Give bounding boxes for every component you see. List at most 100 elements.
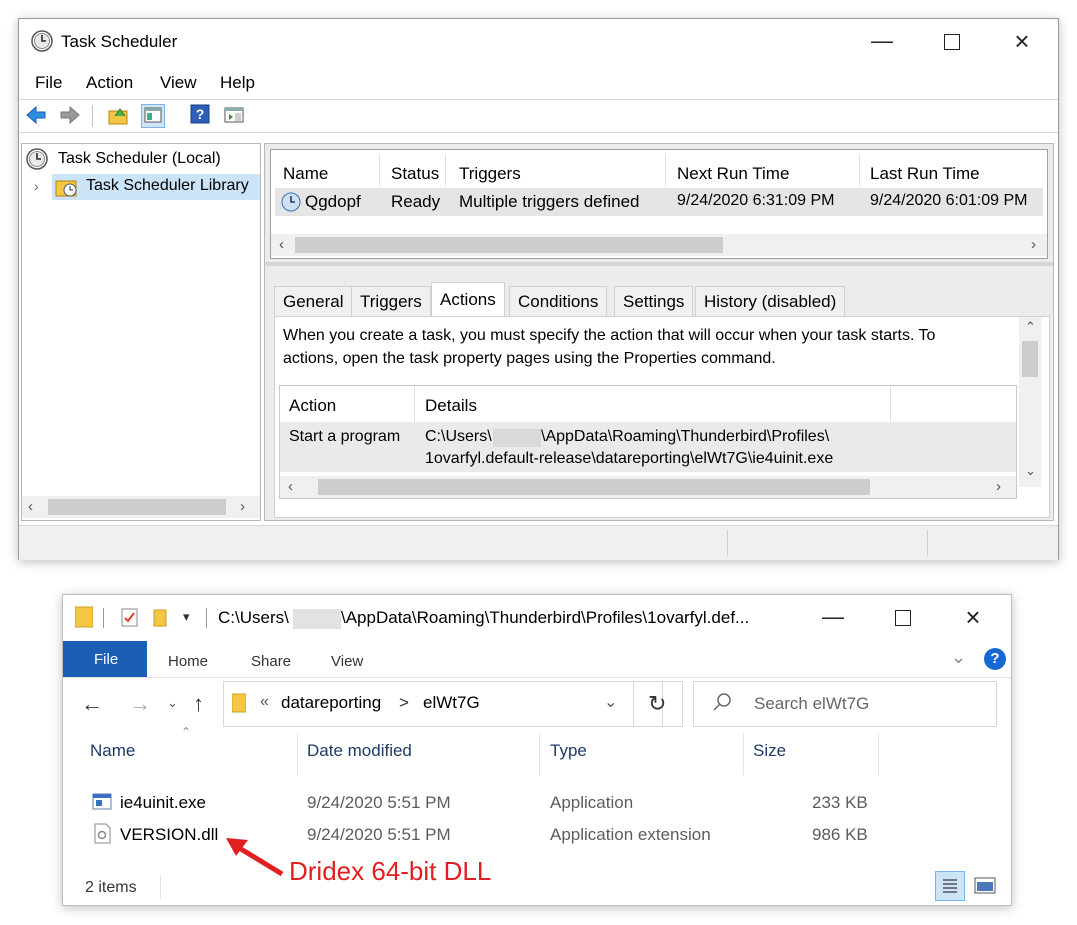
breadcrumb-elwt7g[interactable]: elWt7G (423, 693, 480, 713)
task-name: Qgdopf (305, 192, 361, 211)
menu-view[interactable]: View (160, 73, 197, 93)
file-name: ie4uinit.exe (120, 793, 207, 812)
dll-file-icon (94, 823, 112, 850)
menu-help[interactable]: Help (220, 73, 255, 93)
column-header-details[interactable]: Details (425, 396, 477, 416)
tab-conditions[interactable]: Conditions (509, 286, 608, 316)
annotation-arrow (226, 838, 284, 877)
address-bar[interactable]: « datareporting > elWt7G ⌄ (223, 681, 663, 727)
maximize-button[interactable] (932, 21, 972, 61)
scroll-thumb[interactable] (318, 479, 870, 495)
forward-arrow-icon[interactable] (59, 104, 81, 126)
task-list-horizontal-scrollbar[interactable]: ‹ › (271, 234, 1047, 256)
close-button[interactable]: × (1002, 21, 1042, 61)
tab-settings[interactable]: Settings (614, 286, 694, 316)
search-box[interactable]: Search elWt7G (693, 681, 997, 727)
tab-file[interactable]: File (63, 641, 147, 677)
column-header-triggers[interactable]: Triggers (459, 164, 521, 184)
column-header-next-run[interactable]: Next Run Time (677, 164, 789, 184)
back-arrow-icon[interactable] (25, 104, 47, 126)
tab-view[interactable]: View (331, 653, 363, 670)
status-divider (727, 530, 728, 556)
task-scheduler-window: Task Scheduler — × File Action View Help… (18, 18, 1059, 560)
title-bar: ▾ C:\Users\ \AppData\Roaming\Thunderbird… (63, 595, 1011, 641)
column-header-last-run[interactable]: Last Run Time (870, 164, 980, 184)
minimize-button[interactable]: — (813, 597, 853, 637)
scroll-left-icon[interactable]: ‹ (279, 234, 284, 256)
column-header-status[interactable]: Status (391, 164, 439, 184)
menu-action[interactable]: Action (86, 73, 133, 93)
maximize-button[interactable] (883, 597, 923, 637)
scroll-right-icon[interactable]: › (1031, 234, 1036, 256)
help-icon[interactable]: ? (984, 648, 1006, 670)
exe-file-icon (92, 793, 112, 816)
task-status: Ready (391, 192, 441, 211)
properties-checkbox-icon[interactable] (121, 608, 139, 633)
task-next-run: 9/24/2020 6:31:09 PM (677, 192, 835, 209)
scroll-right-icon[interactable]: › (240, 496, 245, 518)
column-header-action[interactable]: Action (289, 396, 336, 416)
ribbon-expand-chevron-icon[interactable]: ⌄ (951, 647, 966, 668)
up-folder-icon[interactable] (107, 104, 129, 126)
back-arrow-icon[interactable]: ← (81, 691, 103, 717)
close-button[interactable]: × (953, 597, 993, 637)
tree-item-library[interactable]: Task Scheduler Library (52, 174, 260, 200)
column-header-type[interactable]: Type (550, 741, 587, 761)
redacted-username (493, 429, 541, 447)
show-hide-console-icon[interactable] (141, 104, 165, 128)
tree-root-label[interactable]: Task Scheduler (Local) (58, 150, 221, 168)
column-divider (539, 733, 540, 775)
breadcrumb-datareporting[interactable]: datareporting (281, 693, 381, 713)
tab-home[interactable]: Home (168, 653, 208, 670)
actions-horizontal-scrollbar[interactable]: ‹ › (280, 476, 1016, 498)
title-separator (206, 608, 207, 628)
tab-general[interactable]: General (274, 286, 353, 316)
column-header-name[interactable]: Name (90, 741, 135, 761)
tab-history[interactable]: History (disabled) (695, 286, 846, 316)
menu-file[interactable]: File (35, 73, 62, 93)
scroll-down-icon[interactable]: ⌄ (1025, 463, 1036, 479)
scroll-thumb[interactable] (1022, 341, 1038, 377)
recent-locations-chevron-icon[interactable]: ⌄ (167, 695, 178, 711)
tab-share[interactable]: Share (251, 653, 291, 670)
address-dropdown-icon[interactable]: ⌄ (604, 692, 617, 712)
action-details-path-a: C:\Users\ (425, 428, 492, 445)
splitter[interactable] (265, 262, 1053, 266)
column-header-size[interactable]: Size (753, 741, 786, 761)
tab-triggers[interactable]: Triggers (351, 286, 431, 316)
action-pane-icon[interactable] (223, 104, 245, 126)
list-item[interactable]: VERSION.dll 9/24/2020 5:51 PM Applicatio… (63, 823, 883, 847)
scroll-thumb[interactable] (295, 237, 723, 253)
list-item[interactable]: ie4uinit.exe 9/24/2020 5:51 PM Applicati… (63, 791, 883, 815)
table-row[interactable]: Qgdopf Ready Multiple triggers defined 9… (275, 188, 1043, 216)
column-header-name[interactable]: Name (283, 164, 328, 184)
breadcrumb-overflow[interactable]: « (260, 693, 269, 711)
tree-item-label: Task Scheduler Library (86, 177, 249, 194)
scroll-thumb[interactable] (48, 499, 226, 515)
up-arrow-icon[interactable]: ↑ (193, 691, 204, 717)
refresh-button[interactable]: ↻ (633, 681, 683, 727)
minimize-button[interactable]: — (862, 21, 902, 61)
status-divider (927, 530, 928, 556)
file-size: 986 KB (812, 825, 868, 844)
new-folder-icon[interactable] (153, 608, 167, 633)
scroll-left-icon[interactable]: ‹ (288, 476, 293, 498)
file-name: VERSION.dll (120, 825, 219, 844)
scroll-right-icon[interactable]: › (996, 476, 1001, 498)
tab-actions[interactable]: Actions (431, 282, 505, 317)
details-view-icon[interactable] (935, 871, 965, 901)
forward-arrow-icon[interactable]: → (129, 691, 151, 717)
task-last-run: 9/24/2020 6:01:09 PM (870, 192, 1028, 209)
menu-bar: File Action View Help (19, 69, 1058, 97)
quick-access-dropdown-icon[interactable]: ▾ (183, 609, 190, 625)
scroll-left-icon[interactable]: ‹ (28, 496, 33, 518)
help-icon[interactable]: ? (189, 104, 211, 126)
actions-vertical-scrollbar[interactable]: ⌃ ⌄ (1019, 317, 1041, 487)
scroll-up-icon[interactable]: ⌃ (1025, 319, 1036, 335)
left-horizontal-scrollbar[interactable]: ‹ › (22, 496, 260, 518)
table-row[interactable]: Start a program C:\Users\ \AppData\Roami… (280, 422, 1016, 472)
column-header-date[interactable]: Date modified (307, 741, 412, 761)
expand-chevron-icon[interactable]: › (34, 178, 39, 194)
navigation-tree-pane: Task Scheduler (Local) › Task Scheduler … (21, 143, 261, 521)
large-icons-view-icon[interactable] (973, 875, 997, 902)
